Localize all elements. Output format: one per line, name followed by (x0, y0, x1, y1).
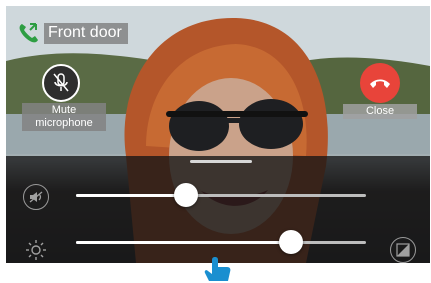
contrast-icon[interactable] (390, 237, 416, 263)
caller-bar: Front door (16, 20, 128, 46)
caller-name: Front door (44, 22, 128, 44)
intercom-call-screen: Front door Mute microphone Close (6, 6, 430, 263)
close-label: Close (343, 104, 417, 119)
control-panel (6, 156, 430, 263)
volume-slider[interactable] (76, 183, 366, 207)
volume-slider-thumb[interactable] (174, 183, 198, 207)
mute-microphone-label: Mute microphone (22, 103, 106, 131)
speaker-muted-icon[interactable] (23, 184, 49, 210)
brightness-slider-fill (76, 241, 291, 244)
microphone-muted-icon (53, 73, 69, 92)
sun-icon (26, 240, 46, 260)
phone-incoming-icon (19, 23, 38, 43)
brightness-slider-thumb[interactable] (279, 230, 303, 254)
brightness-slider[interactable] (76, 230, 366, 254)
mute-microphone-button[interactable] (42, 64, 80, 102)
volume-slider-fill (76, 194, 186, 197)
close-button[interactable] (360, 63, 400, 103)
panel-drag-handle[interactable] (190, 160, 252, 163)
hang-up-icon (370, 79, 390, 88)
tap-hand-icon (204, 257, 231, 281)
